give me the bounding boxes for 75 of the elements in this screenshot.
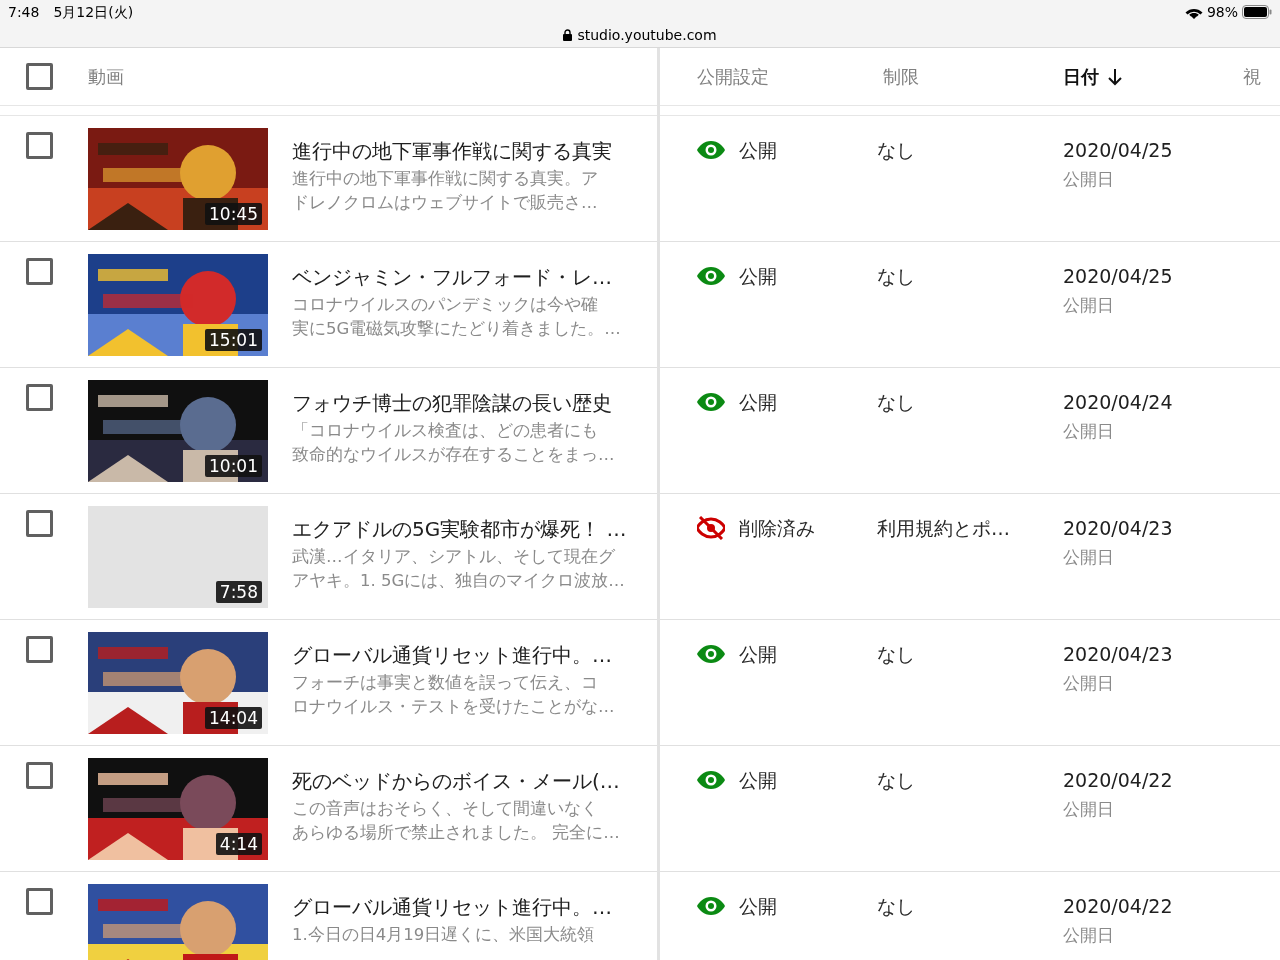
duration-badge: 4:14 (215, 833, 262, 855)
url-text[interactable]: studio.youtube.com (577, 24, 717, 46)
video-description: この音声はおそらく、そして間違いなく (292, 798, 599, 820)
video-description: 「コロナウイルス検査は、どの患者にも (292, 420, 599, 442)
status-date: 5月12日(火) (53, 2, 134, 22)
battery-percent: 98% (1206, 2, 1238, 22)
checkbox[interactable] (26, 636, 53, 663)
restriction-text: なし (877, 265, 915, 287)
video-description: ロナウイルス・テストを受けたことがな… (292, 696, 615, 718)
thumbnail-placeholder[interactable]: 7:58 (88, 506, 268, 608)
video-title[interactable]: 進行中の地下軍事作戦に関する真実 (292, 138, 612, 164)
video-description: あらゆる場所で禁止されました。 完全に… (292, 822, 620, 844)
video-description: 進行中の地下軍事作戦に関する真実。ア (292, 168, 599, 190)
battery-icon (1242, 5, 1272, 19)
video-title[interactable]: ベンジャミン・フルフォード・レ… (292, 264, 621, 290)
visibility-label: 公開 (739, 641, 777, 667)
visibility-label: 公開 (739, 389, 777, 415)
checkbox[interactable] (26, 63, 53, 90)
video-description: コロナウイルスのパンデミックは今や確 (292, 294, 599, 316)
checkbox[interactable] (26, 132, 53, 159)
date-text: 2020/04/22 (1063, 894, 1173, 919)
date-label: 公開日 (1063, 672, 1115, 695)
date-text: 2020/04/25 (1063, 138, 1173, 163)
visibility-label: 公開 (739, 767, 777, 793)
duration-badge: 7:58 (215, 581, 262, 603)
date-text: 2020/04/25 (1063, 264, 1173, 289)
column-header[interactable]: 公開設定 (697, 63, 769, 90)
video-title[interactable]: エクアドルの5G実験都市が爆死！ … (292, 516, 627, 542)
date-label: 公開日 (1063, 546, 1115, 569)
restriction-text: 利用規約とポ… (877, 517, 1010, 539)
video-title[interactable]: 死のベッドからのボイス・メール(… (292, 768, 620, 794)
visibility-label: 公開 (739, 893, 777, 919)
visibility-label: 削除済み (739, 515, 815, 541)
video-title[interactable]: グローバル通貨リセット進行中。… (292, 642, 615, 668)
date-label: 公開日 (1063, 294, 1115, 317)
restriction-text: なし (877, 769, 915, 791)
video-title[interactable]: フォウチ博士の犯罪陰謀の長い歴史 (292, 390, 615, 416)
visibility-label: 公開 (739, 263, 777, 289)
checkbox[interactable] (26, 762, 53, 789)
date-text: 2020/04/23 (1063, 516, 1173, 541)
video-description: 1.今日の日4月19日遅くに、米国大統領 (292, 924, 596, 946)
video-description: フォーチは事実と数値を誤って伝え、コ (292, 672, 599, 694)
restriction-text: なし (877, 895, 915, 917)
sort-down-icon (1107, 67, 1123, 86)
visibility-label: 公開 (739, 137, 777, 163)
date-text: 2020/04/22 (1063, 768, 1173, 793)
duration-badge: 10:01 (205, 455, 262, 477)
duration-badge: 10:45 (205, 203, 262, 225)
column-header[interactable]: 動画 (88, 63, 124, 90)
checkbox[interactable] (26, 510, 53, 537)
date-label: 公開日 (1063, 798, 1115, 821)
date-label: 公開日 (1063, 168, 1115, 191)
video-description: アヤキ。1. 5Gには、独自のマイクロ波放… (292, 570, 626, 592)
duration-badge: 15:01 (205, 329, 262, 351)
video-description: 致命的なウイルスが存在することをまっ… (292, 444, 615, 466)
column-header[interactable]: 制限 (883, 63, 919, 90)
video-description: ドレノクロムはウェブサイトで販売さ… (292, 192, 599, 214)
column-header[interactable]: 日付 (1063, 63, 1099, 90)
restriction-text: なし (877, 139, 915, 161)
date-text: 2020/04/24 (1063, 390, 1173, 415)
checkbox[interactable] (26, 384, 53, 411)
video-description: 実に5G電磁気攻撃にたどり着きました。… (292, 318, 621, 340)
video-description: 武漢…イタリア、シアトル、そして現在グ (292, 546, 616, 568)
duration-badge: 14:04 (205, 707, 262, 729)
date-text: 2020/04/23 (1063, 642, 1173, 667)
checkbox[interactable] (26, 258, 53, 285)
date-label: 公開日 (1063, 924, 1115, 947)
status-time: 7:48 (8, 2, 40, 22)
column-header[interactable]: 視 (1243, 63, 1261, 90)
checkbox[interactable] (26, 888, 53, 915)
restriction-text: なし (877, 391, 915, 413)
video-title[interactable]: グローバル通貨リセット進行中。… (292, 894, 612, 920)
date-label: 公開日 (1063, 420, 1115, 443)
lock-icon (563, 29, 573, 41)
restriction-text: なし (877, 643, 915, 665)
